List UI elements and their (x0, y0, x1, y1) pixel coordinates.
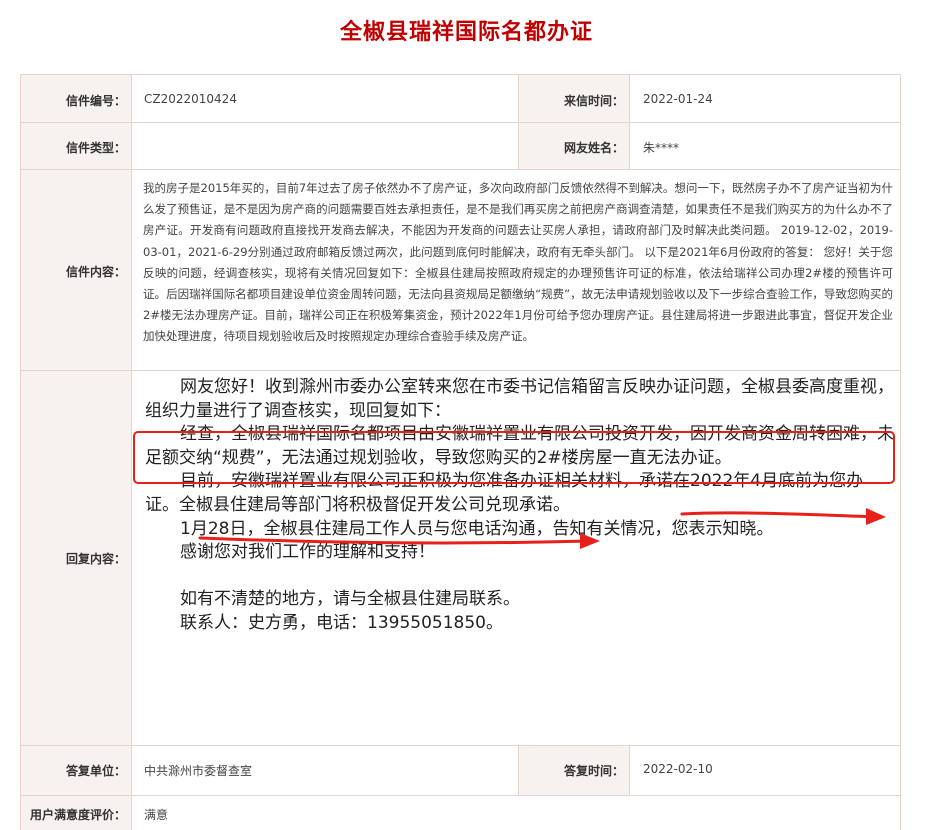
satisfaction-value: 满意 (144, 808, 169, 822)
reply-unit-label: 答复单位： (65, 764, 126, 778)
reply-date-label: 答复时间： (563, 764, 624, 778)
reply-date-value: 2022-02-10 (643, 762, 713, 776)
annotation-arrows (198, 508, 886, 549)
promise-underline-arrow (680, 508, 886, 525)
reply-unit-value: 中共滁州市委督查室 (144, 764, 253, 778)
satisfaction-label: 用户满意度评价： (29, 808, 126, 822)
supervision-underline-arrow (198, 533, 600, 549)
